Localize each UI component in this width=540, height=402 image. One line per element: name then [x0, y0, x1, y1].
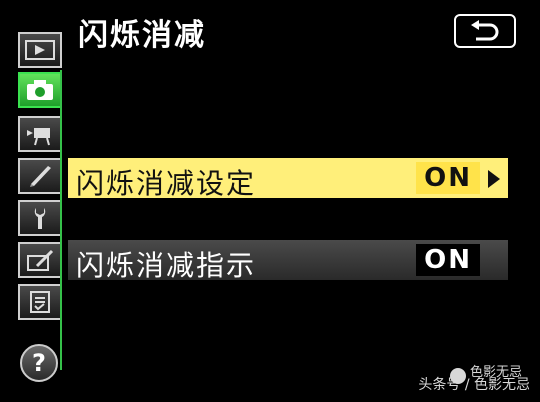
tab-custom-settings[interactable] [18, 158, 62, 194]
mymenu-icon [30, 291, 50, 313]
retouch-icon [27, 249, 54, 271]
menu-row-value: ON [416, 162, 480, 194]
tab-movie-shooting[interactable] [18, 116, 62, 152]
tab-playback[interactable] [18, 32, 62, 68]
menu-tab-rail: ? [12, 28, 64, 388]
pencil-icon [30, 166, 51, 187]
tab-photo-shooting[interactable] [18, 72, 62, 108]
playback-icon [25, 40, 55, 60]
back-button[interactable] [454, 14, 516, 48]
page-title: 闪烁消减 [78, 18, 206, 53]
tab-retouch[interactable] [18, 242, 62, 278]
menu-row-flicker-reduction-setting[interactable]: 闪烁消减设定 ON [68, 158, 508, 200]
watermark-source: 头条号 / 色影无忌 [418, 377, 530, 393]
tab-my-menu[interactable] [18, 284, 62, 320]
rail-divider [60, 70, 62, 370]
menu-row-label: 闪烁消减设定 [76, 167, 257, 200]
back-icon [471, 20, 499, 41]
camera-icon [27, 80, 53, 100]
wrench-icon [34, 208, 46, 229]
menu-row-label: 闪烁消减指示 [76, 249, 257, 282]
menu-row-value: ON [416, 244, 480, 276]
tab-setup[interactable] [18, 200, 62, 236]
movie-icon [27, 128, 50, 146]
chevron-right-icon [488, 170, 500, 188]
menu-row-flicker-reduction-indicator[interactable]: 闪烁消减指示 ON [68, 240, 508, 282]
help-icon[interactable]: ? [20, 344, 58, 382]
